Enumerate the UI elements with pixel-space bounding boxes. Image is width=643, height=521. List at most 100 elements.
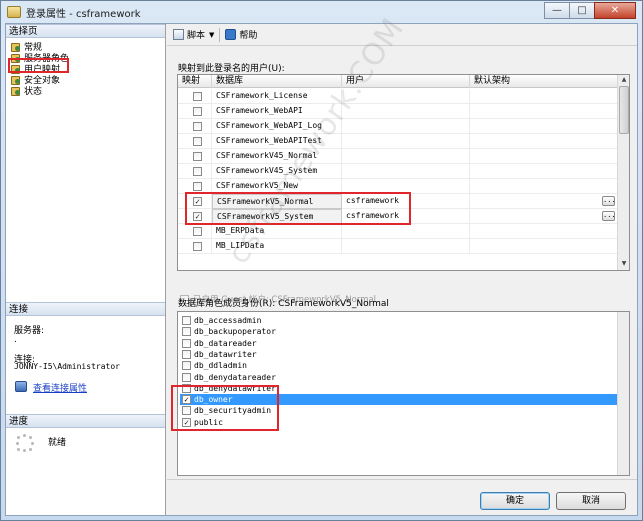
map-checkbox[interactable] — [193, 167, 202, 176]
default-schema-cell[interactable]: ... — [470, 194, 618, 209]
role-name: db_backupoperator — [194, 327, 276, 337]
maximize-button[interactable]: □ — [569, 2, 595, 19]
close-button[interactable]: ✕ — [594, 2, 636, 19]
table-row[interactable]: MB_LIPData — [178, 239, 618, 254]
highlight-box-user-mapping — [8, 58, 69, 73]
default-schema-cell[interactable] — [470, 104, 618, 119]
list-item[interactable]: db_datareader — [182, 338, 257, 349]
default-schema-cell[interactable] — [470, 119, 618, 134]
cancel-button[interactable]: 取消 — [556, 492, 626, 510]
map-checkbox[interactable] — [193, 242, 202, 251]
browse-schema-button[interactable]: ... — [602, 211, 616, 221]
list-item[interactable]: db_ddladmin — [182, 360, 247, 371]
table-row[interactable]: CSFramework_WebAPITest — [178, 134, 618, 149]
role-name: db_datawriter — [194, 349, 257, 359]
database-cell: CSFramework_WebAPI_Log — [212, 119, 342, 134]
grid-header: 映射 数据库 用户 默认架构 — [178, 75, 618, 88]
role-name: db_datareader — [194, 338, 257, 348]
help-icon — [225, 29, 237, 40]
roles-vertical-scrollbar[interactable] — [617, 312, 629, 475]
table-row[interactable]: CSFrameworkV45_Normal — [178, 149, 618, 164]
user-cell[interactable] — [342, 224, 470, 239]
scroll-down-icon[interactable]: ▼ — [619, 259, 629, 269]
select-page-header: 选择页 — [6, 24, 165, 38]
map-checkbox[interactable] — [193, 182, 202, 191]
minimize-button[interactable]: — — [544, 2, 570, 19]
database-cell: CSFrameworkV45_System — [212, 164, 342, 179]
list-item[interactable]: db_backupoperator — [182, 326, 276, 337]
user-cell[interactable] — [342, 164, 470, 179]
window-title: 登录属性 - csframework — [26, 8, 141, 20]
table-row[interactable]: CSFramework_WebAPI — [178, 104, 618, 119]
column-header-user[interactable]: 用户 — [342, 75, 470, 88]
role-name: db_ddladmin — [194, 361, 247, 371]
user-mapping-grid: 映射 数据库 用户 默认架构 CSFramework_License CSFram… — [177, 74, 630, 271]
database-cell: MB_ERPData — [212, 224, 342, 239]
scroll-up-icon[interactable]: ▲ — [619, 75, 629, 85]
script-button[interactable]: 脚本 ▼ — [173, 28, 214, 41]
help-button[interactable]: 帮助 — [225, 28, 257, 41]
user-cell[interactable] — [342, 134, 470, 149]
dialog-client-area: 选择页 常规 服务器角色 用户映射 安全对象 状态 连接 服务器: . 连接: JONN… — [5, 23, 638, 516]
role-checkbox[interactable] — [182, 338, 191, 348]
chevron-down-icon[interactable]: ▼ — [209, 31, 214, 39]
default-schema-cell[interactable] — [470, 89, 618, 104]
ok-button[interactable]: 确定 — [480, 492, 550, 510]
script-label: 脚本 — [187, 31, 206, 41]
grid-vertical-scrollbar[interactable]: ▲ ▼ — [617, 75, 629, 270]
table-row[interactable]: CSFramework_License — [178, 89, 618, 104]
role-name: db_denydatareader — [194, 372, 276, 382]
role-checkbox[interactable] — [182, 361, 191, 371]
user-cell[interactable] — [342, 239, 470, 254]
table-row[interactable]: MB_ERPData — [178, 224, 618, 239]
map-checkbox[interactable] — [193, 152, 202, 161]
list-item[interactable]: db_denydatareader — [182, 372, 276, 383]
column-header-database[interactable]: 数据库 — [212, 75, 342, 88]
toolbar: 脚本 ▼ 帮助 — [167, 24, 637, 46]
map-checkbox[interactable] — [193, 92, 202, 101]
list-item[interactable]: db_accessadmin — [182, 315, 261, 326]
role-checkbox[interactable] — [182, 327, 191, 337]
map-checkbox[interactable] — [193, 137, 202, 146]
view-connection-properties-link[interactable]: 查看连接属性 — [33, 381, 87, 394]
default-schema-cell[interactable] — [470, 164, 618, 179]
browse-schema-button[interactable]: ... — [602, 196, 616, 206]
default-schema-cell[interactable] — [470, 224, 618, 239]
table-row[interactable]: CSFramework_WebAPI_Log — [178, 119, 618, 134]
user-cell[interactable] — [342, 104, 470, 119]
connection-header: 连接 — [6, 302, 165, 316]
nav-item-4[interactable]: 状态 — [11, 85, 42, 97]
progress-status: 就绪 — [48, 438, 67, 448]
map-checkbox[interactable] — [193, 122, 202, 131]
user-cell[interactable] — [342, 89, 470, 104]
scroll-thumb[interactable] — [619, 86, 629, 134]
user-cell[interactable] — [342, 149, 470, 164]
default-schema-cell[interactable]: ... — [470, 209, 618, 224]
default-schema-cell[interactable] — [470, 149, 618, 164]
role-checkbox[interactable] — [182, 372, 191, 382]
column-header-map[interactable]: 映射 — [178, 75, 212, 88]
column-header-default-schema[interactable]: 默认架构 — [470, 75, 618, 88]
right-pane: 脚本 ▼ 帮助 映射到此登录名的用户(U): 映射 数据库 用户 默认架构 CS… — [167, 24, 637, 515]
connection-value: JONNY-I5\Administrator — [14, 362, 120, 371]
map-checkbox[interactable] — [193, 107, 202, 116]
table-row[interactable]: CSFrameworkV45_System — [178, 164, 618, 179]
map-cell — [178, 104, 212, 119]
database-cell: CSFramework_License — [212, 89, 342, 104]
map-cell — [178, 239, 212, 254]
user-cell[interactable] — [342, 119, 470, 134]
app-icon — [7, 6, 21, 18]
page-wrench-icon — [11, 86, 21, 96]
list-item[interactable]: db_datawriter — [182, 349, 257, 360]
progress-header: 进度 — [6, 414, 165, 428]
database-cell: CSFrameworkV45_Normal — [212, 149, 342, 164]
database-cell: MB_LIPData — [212, 239, 342, 254]
default-schema-cell[interactable] — [470, 134, 618, 149]
page-wrench-icon — [11, 42, 21, 52]
default-schema-cell[interactable] — [470, 239, 618, 254]
map-checkbox[interactable] — [193, 227, 202, 236]
default-schema-cell[interactable] — [470, 179, 618, 194]
role-checkbox[interactable] — [182, 316, 191, 325]
toolbar-divider — [219, 27, 221, 42]
role-checkbox[interactable] — [182, 349, 191, 359]
